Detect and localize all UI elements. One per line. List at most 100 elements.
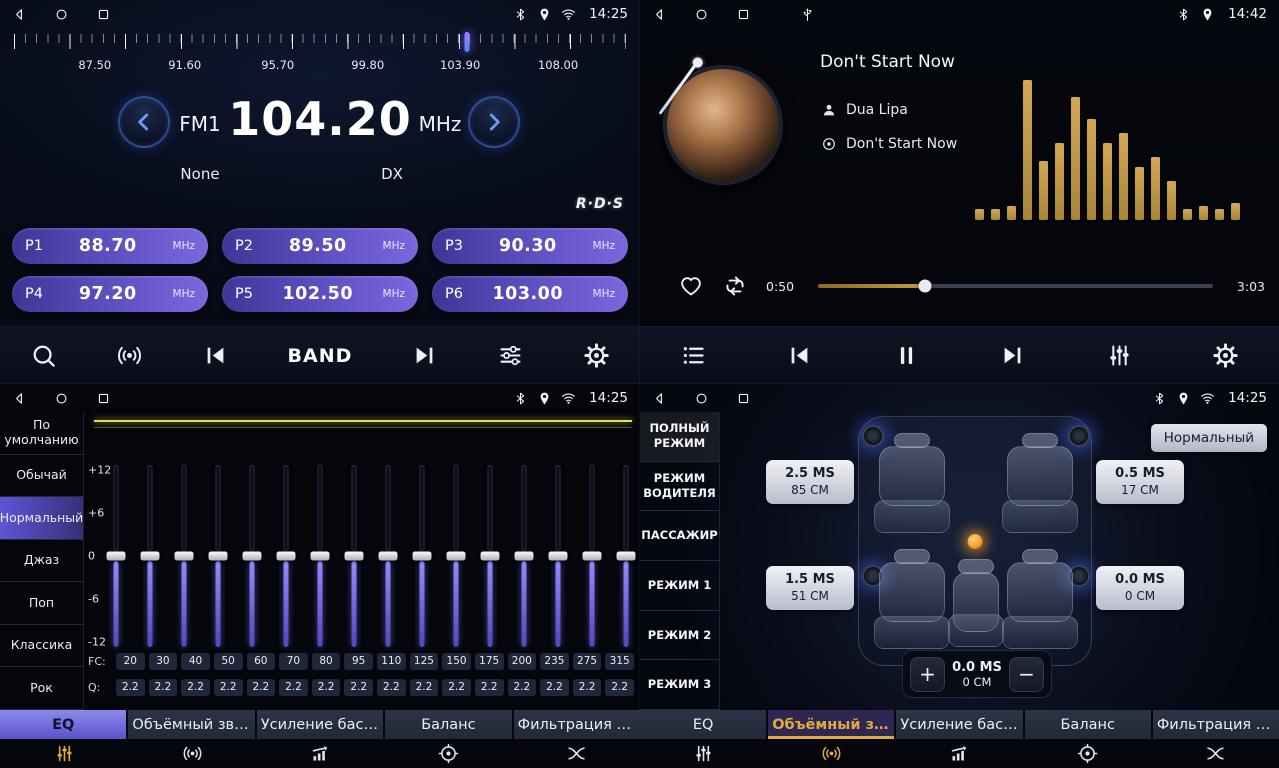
progress-slider[interactable] (818, 284, 1213, 288)
mode-3[interactable]: РЕЖИМ 3 (640, 660, 719, 710)
eq-slider-knob[interactable] (345, 552, 364, 561)
settings-icon[interactable] (583, 342, 610, 369)
eq-slider-knob[interactable] (583, 552, 602, 561)
nav-recents-icon[interactable] (96, 391, 111, 406)
tab-bass-boost[interactable]: Усиление басов (257, 710, 383, 739)
previous-station-icon[interactable] (202, 342, 229, 369)
nav-back-icon[interactable] (12, 391, 27, 406)
eq-slider-knob[interactable] (277, 552, 296, 561)
band-button[interactable]: BAND (288, 345, 353, 367)
nav-home-icon[interactable] (694, 7, 709, 22)
previous-track-icon[interactable] (786, 342, 813, 369)
preset-p4[interactable]: P4 97.20 MHz (12, 276, 208, 312)
tab-crossover[interactable]: Фильтрация ба... (514, 710, 640, 739)
eq-preset-pop[interactable]: Поп (0, 582, 83, 625)
eq-slider-knob[interactable] (413, 552, 432, 561)
equalizer-tab-icon[interactable] (640, 743, 768, 764)
surround-tab-icon[interactable] (128, 743, 256, 764)
playlist-icon[interactable] (680, 342, 707, 369)
nav-recents-icon[interactable] (96, 7, 111, 22)
eq-band-slider[interactable] (108, 465, 124, 647)
preset-p5[interactable]: P5 102.50 MHz (222, 276, 418, 312)
pause-icon[interactable] (893, 342, 920, 369)
frequency-dial[interactable]: 87.50 91.60 95.70 99.80 103.90 108.00 (0, 34, 640, 80)
bass-boost-tab-icon[interactable] (256, 743, 384, 764)
preset-p2[interactable]: P2 89.50 MHz (222, 228, 418, 264)
eq-band-slider[interactable] (244, 465, 260, 647)
eq-slider-knob[interactable] (549, 552, 568, 561)
eq-band-slider[interactable] (516, 465, 532, 647)
equalizer-tab-icon[interactable] (0, 743, 128, 764)
nav-home-icon[interactable] (54, 391, 69, 406)
nav-back-icon[interactable] (12, 7, 27, 22)
nav-home-icon[interactable] (694, 391, 709, 406)
tab-crossover[interactable]: Фильтрация ба... (1153, 710, 1279, 739)
eq-band-slider[interactable] (584, 465, 600, 647)
delay-rear-left[interactable]: 1.5 MS 51 CM (766, 566, 854, 610)
dial-pointer[interactable] (464, 32, 469, 52)
mode-2[interactable]: РЕЖИМ 2 (640, 611, 719, 661)
crossover-tab-icon[interactable] (1151, 743, 1279, 764)
settings-icon[interactable] (1212, 342, 1239, 369)
bass-boost-tab-icon[interactable] (896, 743, 1024, 764)
next-station-icon[interactable] (411, 342, 438, 369)
eq-preset-classic[interactable]: Классика (0, 625, 83, 668)
nav-back-icon[interactable] (652, 7, 667, 22)
eq-band-slider[interactable] (176, 465, 192, 647)
eq-band-slider[interactable] (312, 465, 328, 647)
tab-balance[interactable]: Баланс (385, 710, 511, 739)
crossover-tab-icon[interactable] (512, 743, 640, 764)
delay-rear-right[interactable]: 0.0 MS 0 CM (1096, 566, 1184, 610)
eq-band-slider[interactable] (380, 465, 396, 647)
next-track-icon[interactable] (999, 342, 1026, 369)
eq-band-slider[interactable] (142, 465, 158, 647)
eq-slider-knob[interactable] (141, 552, 160, 561)
eq-slider-knob[interactable] (107, 552, 126, 561)
balance-tab-icon[interactable] (384, 743, 512, 764)
eq-band-slider[interactable] (346, 465, 362, 647)
mode-1[interactable]: РЕЖИМ 1 (640, 561, 719, 611)
tab-bass-boost[interactable]: Усиление басов (896, 710, 1022, 739)
eq-band-slider[interactable] (618, 465, 634, 647)
eq-band-slider[interactable] (278, 465, 294, 647)
eq-band-slider[interactable] (210, 465, 226, 647)
eq-slider-knob[interactable] (175, 552, 194, 561)
broadcast-icon[interactable] (116, 342, 143, 369)
tab-surround[interactable]: Объёмный звук (128, 710, 254, 739)
delay-decrease-button[interactable]: − (1009, 657, 1044, 692)
nav-recents-icon[interactable] (736, 7, 751, 22)
tune-up-button[interactable] (468, 96, 520, 148)
preset-p1[interactable]: P1 88.70 MHz (12, 228, 208, 264)
delay-front-left[interactable]: 2.5 MS 85 CM (766, 460, 854, 504)
mixer-icon[interactable] (497, 342, 524, 369)
mode-passenger[interactable]: ПАССАЖИР (640, 511, 719, 561)
eq-preset-default[interactable]: По умолчанию (0, 412, 83, 455)
progress-knob[interactable] (918, 280, 931, 293)
nav-recents-icon[interactable] (736, 391, 751, 406)
eq-band-slider[interactable] (482, 465, 498, 647)
eq-band-slider[interactable] (414, 465, 430, 647)
tab-eq[interactable]: EQ (0, 710, 126, 739)
eq-preset-normal[interactable]: Нормальный (0, 497, 83, 540)
eq-preset-custom[interactable]: Обычай (0, 455, 83, 498)
eq-slider-knob[interactable] (209, 552, 228, 561)
eq-preset-rock[interactable]: Рок (0, 667, 83, 710)
preset-p6[interactable]: P6 103.00 MHz (432, 276, 628, 312)
eq-band-slider[interactable] (448, 465, 464, 647)
search-icon[interactable] (30, 342, 57, 369)
eq-slider-knob[interactable] (311, 552, 330, 561)
eq-slider-knob[interactable] (379, 552, 398, 561)
favorite-icon[interactable] (678, 273, 704, 299)
balance-tab-icon[interactable] (1023, 743, 1151, 764)
delay-front-right[interactable]: 0.5 MS 17 CM (1096, 460, 1184, 504)
eq-slider-knob[interactable] (243, 552, 262, 561)
eq-slider-knob[interactable] (515, 552, 534, 561)
eq-slider-knob[interactable] (447, 552, 466, 561)
surround-tab-icon[interactable] (768, 743, 896, 764)
delay-increase-button[interactable]: + (910, 657, 945, 692)
eq-band-slider[interactable] (550, 465, 566, 647)
mode-driver[interactable]: РЕЖИМ ВОДИТЕЛЯ (640, 462, 719, 512)
nav-back-icon[interactable] (652, 391, 667, 406)
repeat-icon[interactable] (722, 273, 748, 299)
tab-balance[interactable]: Баланс (1025, 710, 1151, 739)
